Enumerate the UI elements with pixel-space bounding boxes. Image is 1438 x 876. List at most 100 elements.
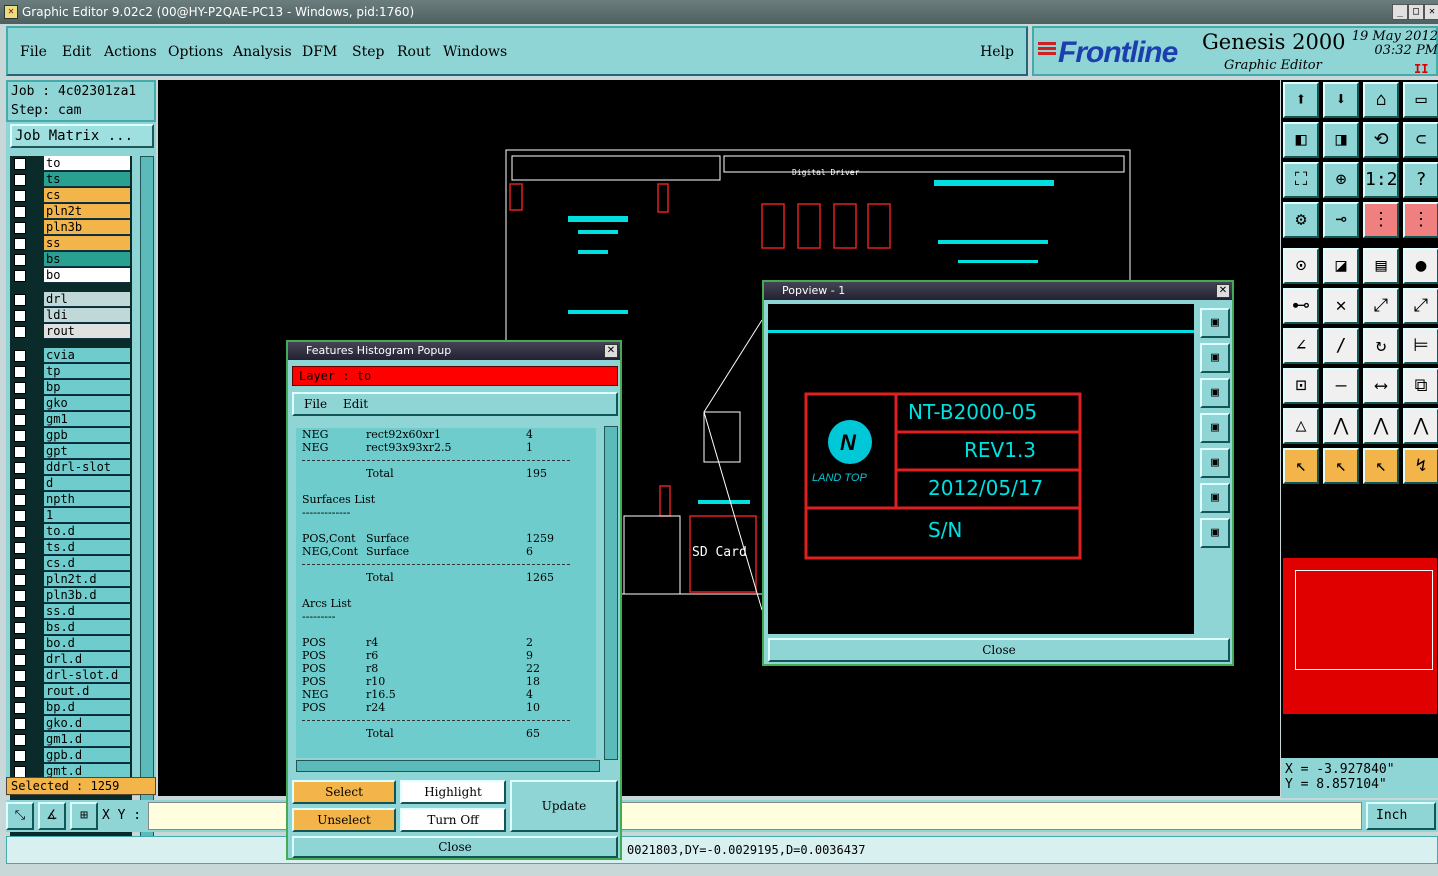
grid-icon[interactable]: ⊞ [70,802,98,830]
layer-row[interactable]: bp [10,380,132,396]
layer-row[interactable]: gm1.d [10,732,132,748]
layer-row[interactable]: pln2t [10,204,132,220]
layer-name[interactable]: gpb.d [44,748,130,763]
center-icon[interactable]: ⊕ [1323,162,1359,198]
layer-name[interactable]: gko [44,396,130,411]
layer-row[interactable]: bo [10,268,132,284]
layer-row[interactable]: ldi [10,308,132,324]
layer-row[interactable]: ss [10,236,132,252]
layer-checkbox[interactable] [14,398,26,410]
popview-prev-icon[interactable]: ▣ [1200,413,1230,443]
graph-icon[interactable]: ↯ [1403,448,1438,484]
layer-checkbox[interactable] [14,270,26,282]
layer-row[interactable]: pln2t.d [10,572,132,588]
layer-checkbox[interactable] [14,222,26,234]
histogram-titlebar[interactable]: Features Histogram Popup ✕ [288,342,620,360]
menu-help[interactable]: Help [980,44,1014,60]
layer-checkbox[interactable] [14,750,26,762]
layer-row[interactable]: drl-slot.d [10,668,132,684]
pause-indicator[interactable]: II [1414,62,1428,76]
layer-name[interactable]: ts.d [44,540,130,555]
layer-row[interactable]: d [10,476,132,492]
rotate-icon[interactable]: ↻ [1363,328,1399,364]
menu-analysis[interactable]: Analysis [233,44,292,60]
ratio-icon[interactable]: 1:2 [1363,162,1399,198]
layer-name[interactable]: ss.d [44,604,130,619]
layer-name[interactable]: gpt [44,444,130,459]
popview-pan-icon[interactable]: ▣ [1200,518,1230,548]
angle-icon[interactable]: ∡ [38,802,66,830]
layer-checkbox[interactable] [14,622,26,634]
layer-checkbox[interactable] [14,174,26,186]
layer-row[interactable]: bo.d [10,636,132,652]
layer-checkbox[interactable] [14,366,26,378]
layer-checkbox[interactable] [14,606,26,618]
arc3-icon[interactable]: ⋀ [1403,408,1438,444]
layer-row[interactable]: gpt [10,444,132,460]
layer-row[interactable]: ss.d [10,604,132,620]
layer-checkbox[interactable] [14,310,26,322]
layer-row[interactable]: pln3b.d [10,588,132,604]
close-window-button[interactable]: ✕ [1424,4,1438,20]
popview-save-icon[interactable]: ▣ [1200,378,1230,408]
ruler-icon[interactable]: ▤ [1363,248,1399,284]
layer-row[interactable]: to.d [10,524,132,540]
layer-name[interactable]: bs [44,252,130,267]
popview-close-button[interactable]: Close [768,638,1230,662]
layer-name[interactable]: drl [44,292,130,307]
layer-name[interactable]: bs.d [44,620,130,635]
fit-screen-icon[interactable]: ⛶ [1283,162,1319,198]
layer-checkbox[interactable] [14,382,26,394]
layer-name[interactable]: bp.d [44,700,130,715]
overview-map[interactable] [1283,558,1437,714]
popview-titlebar[interactable]: Popview - 1 ✕ [764,282,1232,300]
layer-name[interactable]: to.d [44,524,130,539]
layer-checkbox[interactable] [14,654,26,666]
layer-row[interactable]: cs.d [10,556,132,572]
layer-row[interactable]: rout.d [10,684,132,700]
layer-checkbox[interactable] [14,574,26,586]
layer-row[interactable]: 1 [10,508,132,524]
layer-checkbox[interactable] [14,294,26,306]
layer-row[interactable]: bs [10,252,132,268]
mirror-icon[interactable]: ⊨ [1403,328,1438,364]
layer-name[interactable]: pln3b.d [44,588,130,603]
menu-edit[interactable]: Edit [62,44,91,60]
layer-row[interactable]: gm1 [10,412,132,428]
copy-icon[interactable]: ⧉ [1403,368,1438,404]
highlight-button[interactable]: Highlight [400,780,506,804]
minimize-button[interactable]: _ [1392,4,1408,20]
layer-checkbox[interactable] [14,414,26,426]
layer-row[interactable]: cvia [10,348,132,364]
layer-name[interactable]: bp [44,380,130,395]
layer-row[interactable]: gpb [10,428,132,444]
menu-rout[interactable]: Rout [397,44,431,60]
layer-row[interactable]: gpb.d [10,748,132,764]
layer-checkbox[interactable] [14,590,26,602]
layer-name[interactable]: to [44,156,130,171]
histogram-close-icon[interactable]: ✕ [604,344,618,358]
connect-icon[interactable]: ⊷ [1283,288,1319,324]
layer-row[interactable]: ts [10,172,132,188]
layer-checkbox[interactable] [14,558,26,570]
menu-windows[interactable]: Windows [443,44,507,60]
update-button[interactable]: Update [510,780,618,832]
pan-right-icon[interactable]: ◨ [1323,122,1359,158]
layer-row[interactable]: ts.d [10,540,132,556]
settings-icon[interactable]: ⚙ [1283,202,1319,238]
layer-row[interactable]: gko [10,396,132,412]
layer-checkbox[interactable] [14,526,26,538]
layer-name[interactable]: pln2t [44,204,130,219]
histogram-menu-file[interactable]: File [304,397,327,411]
pan-left-icon[interactable]: ◧ [1283,122,1319,158]
job-matrix-button[interactable]: Job Matrix ... [10,124,154,148]
layer-row[interactable]: gko.d [10,716,132,732]
select3-icon[interactable]: ↖ [1363,448,1399,484]
layer-checkbox[interactable] [14,462,26,474]
menu-dfm[interactable]: DFM [302,44,337,60]
stretch-icon[interactable]: ⟷ [1363,368,1399,404]
snap-icon[interactable]: ⊙ [1283,248,1319,284]
layer-row[interactable]: rout [10,324,132,340]
select2-icon[interactable]: ↖ [1323,448,1359,484]
popview-next-icon[interactable]: ▣ [1200,448,1230,478]
